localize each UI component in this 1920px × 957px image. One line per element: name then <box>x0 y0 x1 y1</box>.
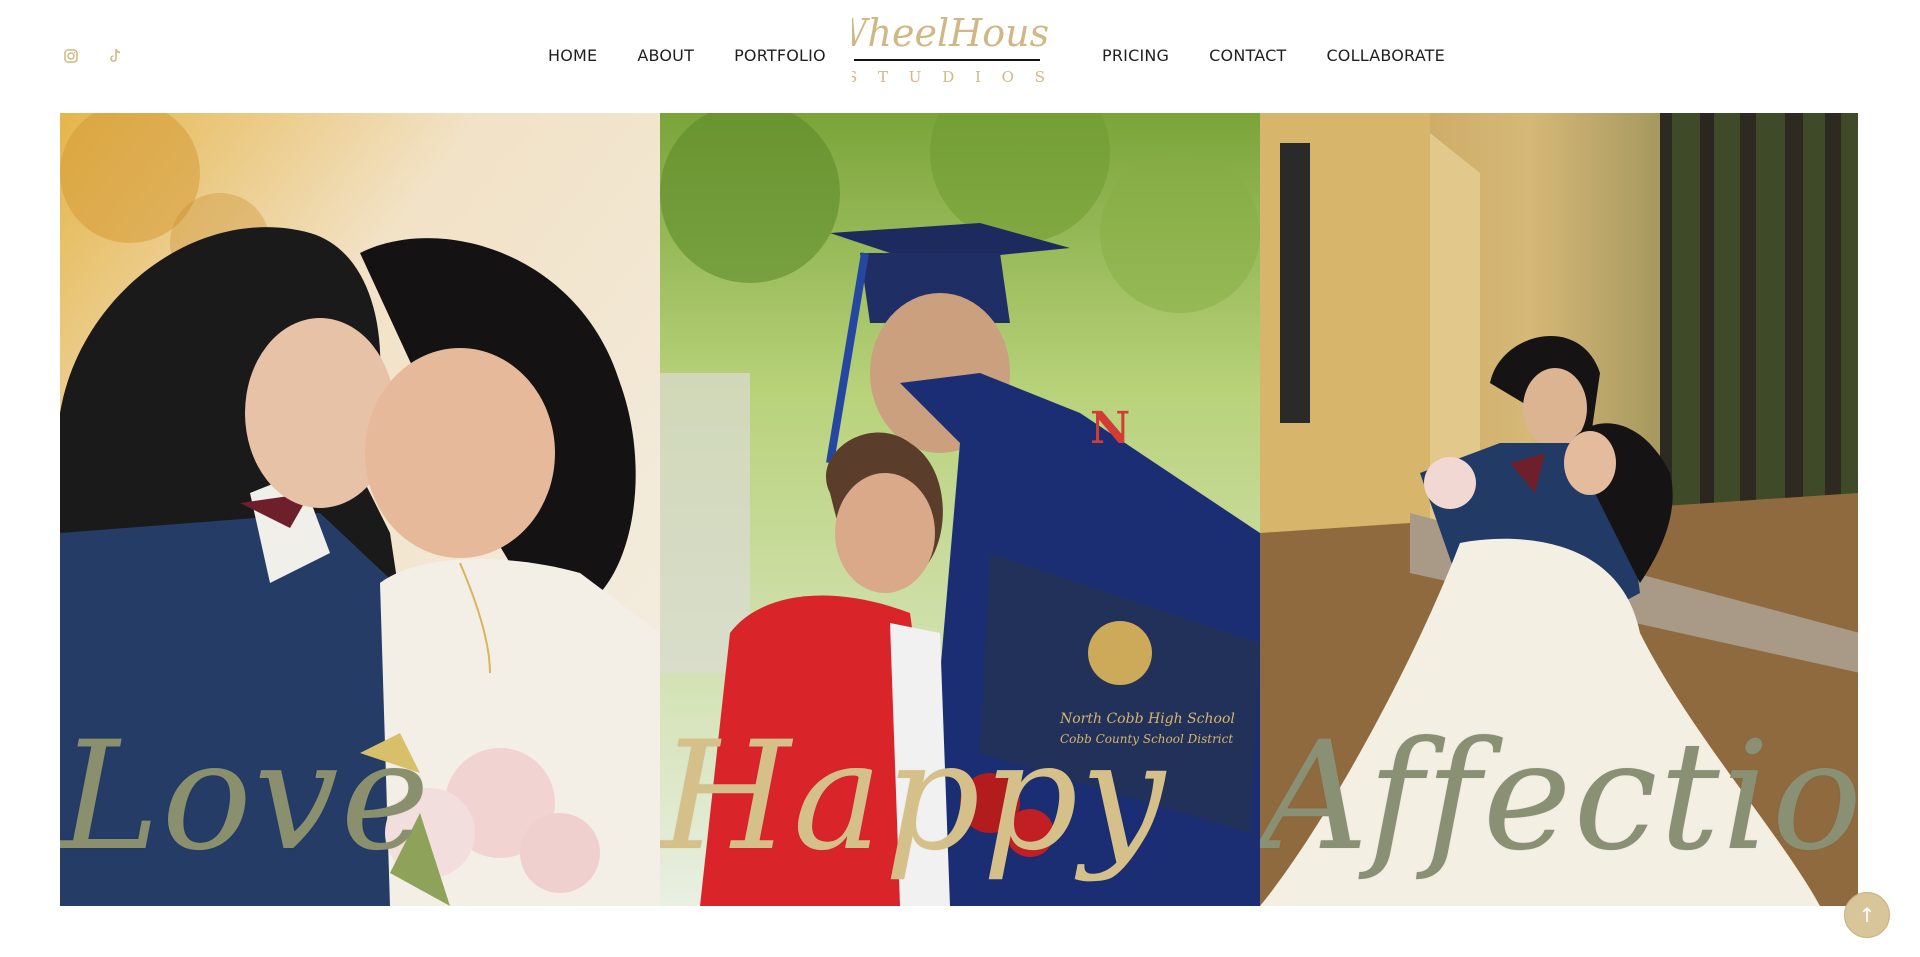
hero-gallery: Love N North Cobb High School Cobb Count… <box>60 113 1858 906</box>
arrow-up-icon: ↑ <box>1858 903 1876 927</box>
back-to-top-button[interactable]: ↑ <box>1844 892 1890 938</box>
gallery-panel-happy[interactable]: N North Cobb High School Cobb County Sch… <box>660 113 1260 906</box>
primary-nav-left: HOME ABOUT PORTFOLIO <box>548 46 826 65</box>
nav-portfolio[interactable]: PORTFOLIO <box>734 46 826 65</box>
gallery-panel-affection[interactable]: Affection <box>1260 113 1858 906</box>
site-header: HOME ABOUT PORTFOLIO WheelHouse S T U D … <box>0 0 1920 113</box>
svg-text:N: N <box>1090 403 1130 454</box>
panel-caption-affection: Affection <box>1260 710 1858 884</box>
instagram-icon[interactable] <box>60 48 82 64</box>
svg-text:S T U D I O S: S T U D I O S <box>852 68 1048 86</box>
social-links <box>60 48 126 64</box>
nav-home[interactable]: HOME <box>548 46 597 65</box>
panel-caption-love: Love <box>60 710 432 884</box>
nav-pricing[interactable]: PRICING <box>1102 46 1169 65</box>
nav-contact[interactable]: CONTACT <box>1209 46 1286 65</box>
panel-caption-happy: Happy <box>660 710 1168 884</box>
gallery-panel-love[interactable]: Love <box>60 113 660 906</box>
nav-collaborate[interactable]: COLLABORATE <box>1326 46 1444 65</box>
wheelhouse-studios-logo[interactable]: WheelHouse S T U D I O S <box>828 8 1071 88</box>
tiktok-icon[interactable] <box>104 48 126 64</box>
svg-text:WheelHouse: WheelHouse <box>852 11 1048 55</box>
nav-about[interactable]: ABOUT <box>637 46 694 65</box>
primary-nav-right: PRICING CONTACT COLLABORATE <box>1102 46 1445 65</box>
